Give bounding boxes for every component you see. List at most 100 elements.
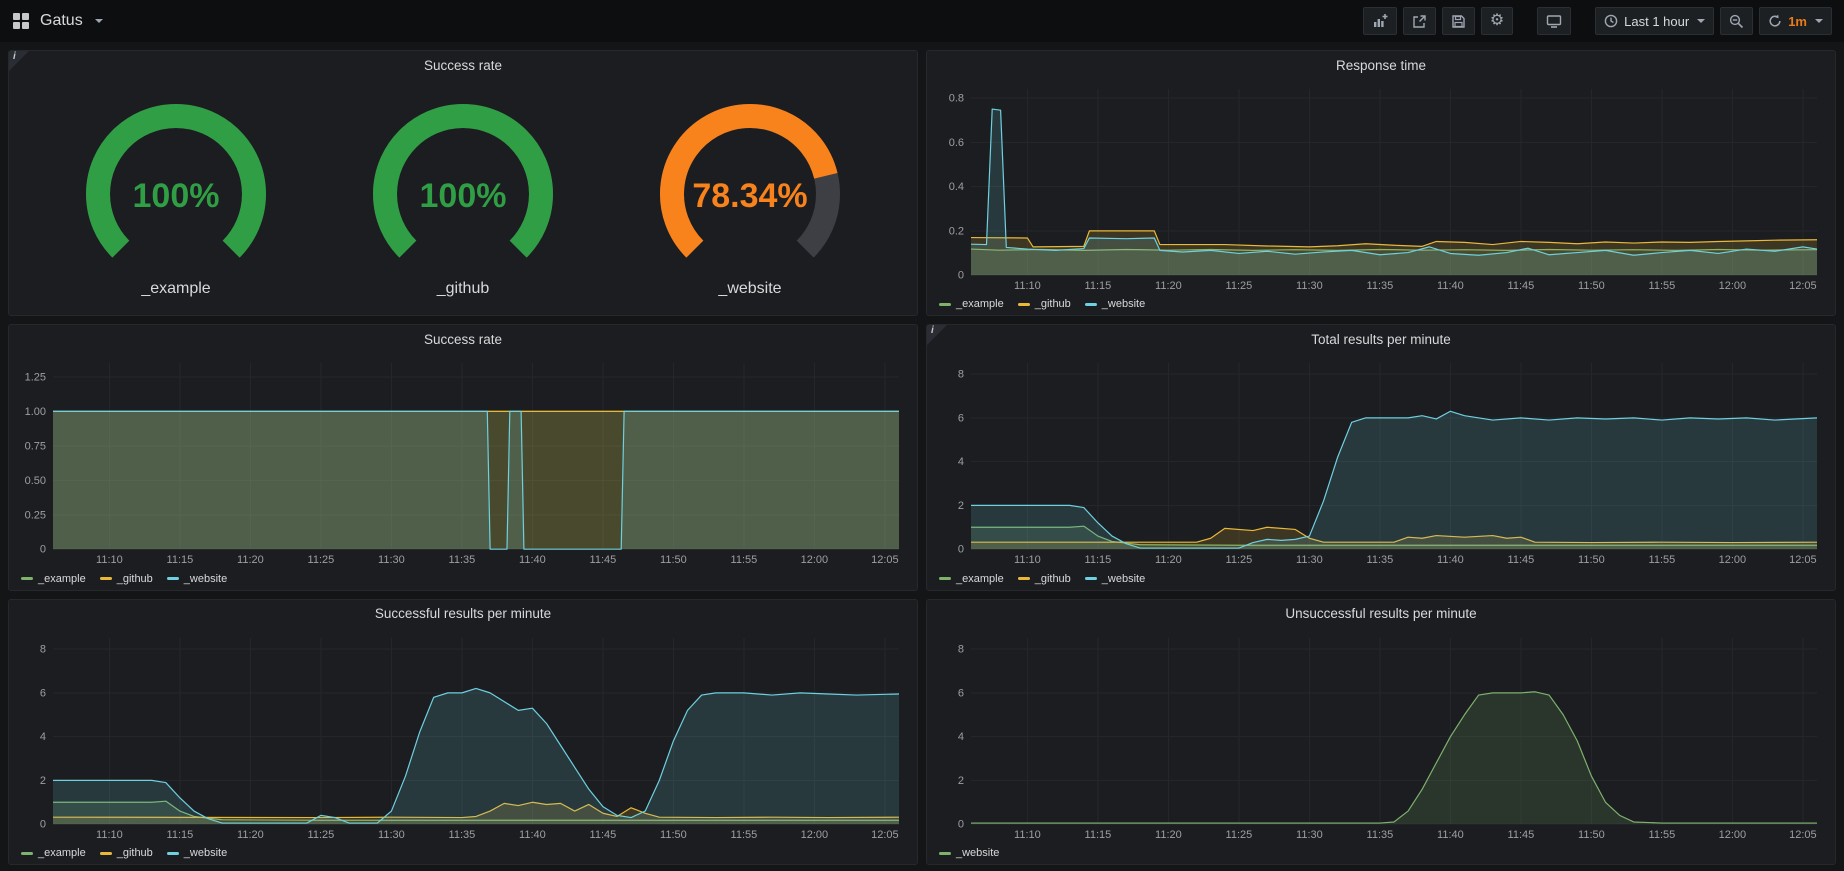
save-button[interactable] [1442, 7, 1475, 35]
legend-label: _website [956, 847, 999, 859]
svg-text:4: 4 [958, 731, 964, 743]
legend-item-_website[interactable]: _website [939, 847, 999, 859]
svg-text:11:20: 11:20 [1155, 280, 1182, 292]
success-rate-chart[interactable]: 00.250.500.751.001.2511:1011:1511:2011:2… [13, 355, 909, 567]
legend-color-marker [21, 577, 33, 580]
legend-color-marker [167, 852, 179, 855]
svg-text:12:00: 12:00 [1719, 829, 1747, 841]
chart-area: 00.20.40.60.811:1011:1511:2011:2511:3011… [927, 79, 1835, 293]
legend-item-_example[interactable]: _example [939, 573, 1004, 585]
svg-text:11:40: 11:40 [519, 554, 546, 566]
panel-title[interactable]: Successful results per minute [9, 600, 917, 628]
legend-label: _github [1035, 298, 1071, 310]
svg-text:11:35: 11:35 [1367, 554, 1394, 566]
add-panel-button[interactable] [1363, 7, 1397, 35]
svg-text:1.00: 1.00 [25, 406, 46, 418]
svg-text:11:25: 11:25 [308, 829, 335, 841]
svg-text:11:10: 11:10 [96, 829, 123, 841]
legend-item-_example[interactable]: _example [21, 847, 86, 859]
svg-text:11:35: 11:35 [449, 829, 476, 841]
chart-legend: _website [927, 842, 1835, 864]
gauge-value: 100% [420, 177, 507, 215]
svg-text:11:45: 11:45 [1508, 554, 1535, 566]
legend-item-_website[interactable]: _website [1085, 573, 1145, 585]
legend-label: _website [1102, 298, 1145, 310]
response-time-chart[interactable]: 00.20.40.60.811:1011:1511:2011:2511:3011… [931, 81, 1827, 293]
svg-text:11:25: 11:25 [1226, 554, 1253, 566]
legend-item-_example[interactable]: _example [939, 298, 1004, 310]
unsuccessful-results-chart[interactable]: 0246811:1011:1511:2011:2511:3011:3511:40… [931, 630, 1827, 842]
legend-label: _github [1035, 573, 1071, 585]
legend-item-_github[interactable]: _github [100, 573, 153, 585]
svg-text:11:55: 11:55 [731, 554, 758, 566]
panel-info-icon[interactable]: i [927, 325, 947, 345]
panel-response-time: Response time 00.20.40.60.811:1011:1511:… [926, 50, 1836, 316]
time-picker-button[interactable]: Last 1 hour [1595, 7, 1714, 35]
legend-item-_example[interactable]: _example [21, 573, 86, 585]
cycle-view-button[interactable] [1537, 7, 1571, 35]
svg-text:0: 0 [40, 818, 46, 830]
panel-title[interactable]: Total results per minute [927, 325, 1835, 353]
panel-title[interactable]: Success rate [9, 325, 917, 353]
svg-text:11:20: 11:20 [237, 829, 264, 841]
legend-color-marker [1085, 303, 1097, 306]
gauge-row: 100% _example 100% _github 78.34% _websi… [9, 79, 917, 315]
legend-item-_github[interactable]: _github [1018, 573, 1071, 585]
gauge-label: _example [141, 280, 210, 298]
legend-label: _example [38, 573, 86, 585]
gauge-_website: 78.34% _website [630, 97, 870, 298]
legend-color-marker [1018, 303, 1030, 306]
svg-text:11:55: 11:55 [1649, 554, 1676, 566]
legend-color-marker [1085, 577, 1097, 580]
svg-text:12:05: 12:05 [1789, 280, 1817, 292]
chart-legend: _example _github _website [9, 842, 917, 864]
svg-text:1.25: 1.25 [25, 372, 46, 384]
svg-text:2: 2 [958, 775, 964, 787]
chart-legend: _example _github _website [9, 568, 917, 590]
legend-item-_website[interactable]: _website [167, 573, 227, 585]
total-results-chart[interactable]: 0246811:1011:1511:2011:2511:3011:3511:40… [931, 355, 1827, 567]
dashboard-caret-icon[interactable] [95, 19, 103, 23]
svg-text:11:55: 11:55 [731, 829, 758, 841]
svg-text:11:40: 11:40 [1437, 829, 1464, 841]
grafana-menu-icon[interactable] [12, 12, 30, 30]
clock-icon [1604, 14, 1618, 28]
refresh-interval-label: 1m [1788, 14, 1807, 29]
legend-color-marker [939, 303, 951, 306]
svg-text:11:35: 11:35 [449, 554, 476, 566]
dashboard-settings-button[interactable]: ⚙ [1481, 7, 1513, 35]
legend-item-_github[interactable]: _github [1018, 298, 1071, 310]
svg-text:11:25: 11:25 [1226, 280, 1253, 292]
legend-item-_website[interactable]: _website [167, 847, 227, 859]
svg-text:0: 0 [958, 818, 964, 830]
legend-color-marker [939, 852, 951, 855]
svg-text:8: 8 [958, 643, 964, 655]
dashboard-title[interactable]: Gatus [40, 12, 83, 30]
legend-item-_website[interactable]: _website [1085, 298, 1145, 310]
svg-text:11:30: 11:30 [1296, 554, 1323, 566]
svg-text:12:05: 12:05 [1789, 829, 1817, 841]
legend-color-marker [167, 577, 179, 580]
legend-label: _website [184, 847, 227, 859]
gauge-label: _website [718, 280, 781, 298]
panel-info-icon[interactable]: i [9, 51, 29, 71]
panel-title[interactable]: Unsuccessful results per minute [927, 600, 1835, 628]
legend-label: _example [956, 573, 1004, 585]
successful-results-chart[interactable]: 0246811:1011:1511:2011:2511:3011:3511:40… [13, 630, 909, 842]
zoom-out-button[interactable] [1720, 7, 1753, 35]
legend-label: _website [1102, 573, 1145, 585]
gauge-arc: 100% [343, 97, 583, 282]
refresh-button[interactable]: 1m [1759, 7, 1832, 35]
gauge-value: 78.34% [692, 177, 807, 215]
panel-title[interactable]: Response time [927, 51, 1835, 79]
legend-item-_github[interactable]: _github [100, 847, 153, 859]
chart-legend: _example _github _website [927, 293, 1835, 315]
legend-color-marker [1018, 577, 1030, 580]
panel-title[interactable]: Success rate [9, 51, 917, 79]
dashboard-grid: i Success rate 100% _example 100% _githu… [0, 42, 1844, 871]
gear-icon: ⚙ [1490, 13, 1504, 29]
svg-text:11:45: 11:45 [1508, 829, 1535, 841]
svg-text:12:00: 12:00 [801, 829, 829, 841]
svg-text:11:35: 11:35 [1367, 280, 1394, 292]
share-button[interactable] [1403, 7, 1436, 35]
